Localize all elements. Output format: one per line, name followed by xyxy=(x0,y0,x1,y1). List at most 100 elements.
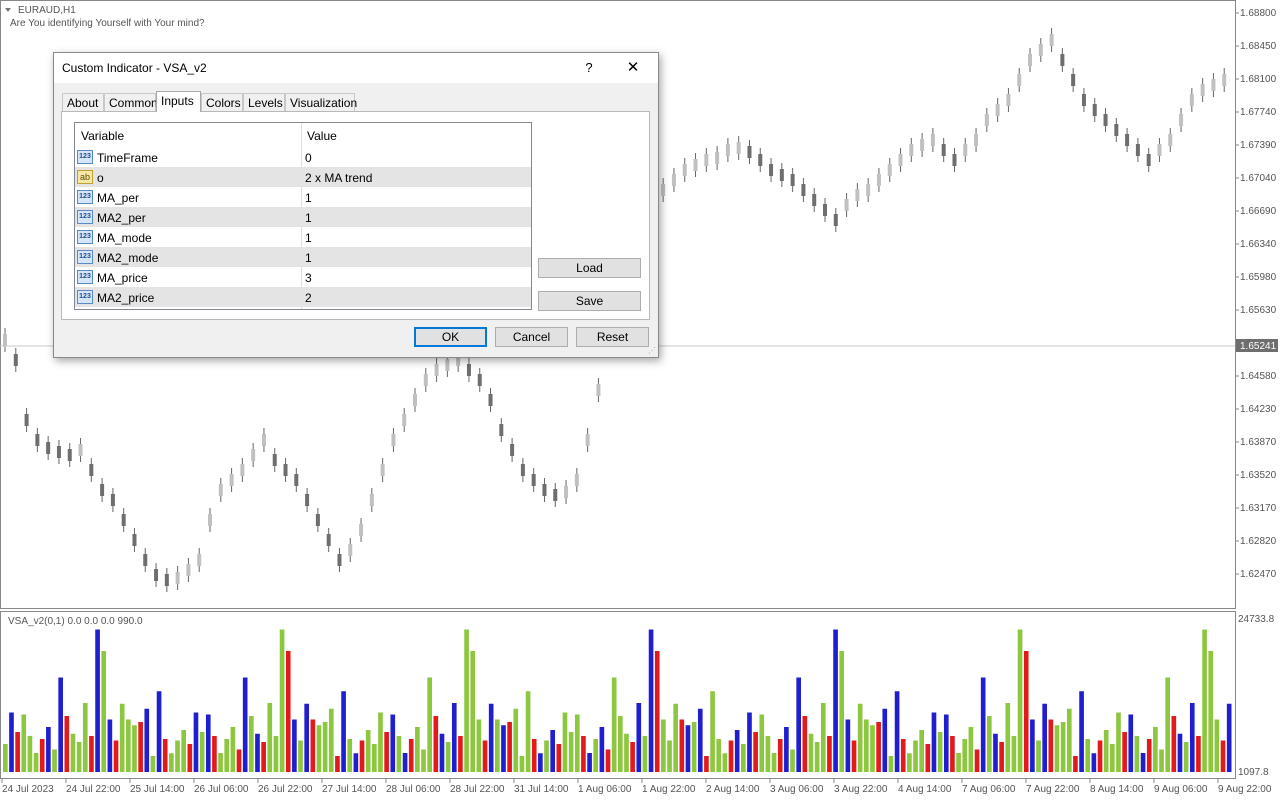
candle-body xyxy=(143,554,148,566)
volume-bar xyxy=(599,727,605,772)
chart-subtitle: Are You identifying Yourself with Your m… xyxy=(10,18,205,29)
volume-bar xyxy=(242,677,248,772)
price-tick-label: 1.68450 xyxy=(1240,41,1277,52)
candle-body xyxy=(24,414,29,426)
volume-bar xyxy=(1196,736,1201,772)
price-tick-label: 1.62820 xyxy=(1240,536,1277,547)
input-row[interactable]: 123 MA2_price 2 xyxy=(75,287,531,307)
volume-bar xyxy=(710,691,715,772)
volume-bar xyxy=(33,753,39,772)
time-tick-label: 24 Jul 2023 xyxy=(2,784,54,795)
volume-bar xyxy=(820,703,826,772)
volume-bar xyxy=(107,719,113,772)
candle-body xyxy=(272,454,277,466)
volume-bar xyxy=(667,740,672,772)
candle-body xyxy=(67,449,72,461)
time-tick-label: 25 Jul 14:00 xyxy=(130,784,185,795)
volume-bar xyxy=(704,756,709,772)
input-row[interactable]: ab o 2 x MA trend xyxy=(75,167,531,187)
volume-bar xyxy=(845,719,851,772)
tab-inputs[interactable]: Inputs xyxy=(156,91,201,112)
tab-levels[interactable]: Levels xyxy=(243,93,285,111)
ok-button[interactable]: OK xyxy=(414,327,487,347)
volume-bar xyxy=(341,691,346,772)
load-button[interactable]: Load xyxy=(538,258,641,278)
volume-bar xyxy=(384,732,389,772)
candle-body xyxy=(423,374,428,386)
input-value[interactable]: 1 xyxy=(305,251,312,265)
volume-bar xyxy=(1208,651,1214,772)
volume-bar xyxy=(685,725,691,772)
help-button[interactable]: ? xyxy=(576,56,602,80)
input-row[interactable]: 123 MA_mode 1 xyxy=(75,227,531,247)
price-tick-label: 1.63870 xyxy=(1240,437,1277,448)
cancel-button[interactable]: Cancel xyxy=(495,327,568,347)
volume-bar xyxy=(574,714,580,772)
candle-body xyxy=(13,354,18,366)
input-value[interactable]: 1 xyxy=(305,231,312,245)
volume-bar xyxy=(734,730,740,772)
input-row[interactable]: 123 TimeFrame 0 xyxy=(75,147,531,167)
volume-bar xyxy=(581,736,586,772)
input-value[interactable]: 1 xyxy=(305,211,312,225)
tab-visualization[interactable]: Visualization xyxy=(285,93,357,111)
close-button[interactable]: ✕ xyxy=(620,56,646,80)
collapse-triangle-icon[interactable] xyxy=(5,8,11,12)
candle-body xyxy=(369,494,374,506)
candle-body xyxy=(1038,44,1043,56)
tab-common[interactable]: Common xyxy=(104,93,158,111)
volume-bar xyxy=(495,719,500,772)
tab-colors[interactable]: Colors xyxy=(201,93,243,111)
input-value[interactable]: 3 xyxy=(305,271,312,285)
candle-body xyxy=(315,514,320,526)
input-value[interactable]: 2 x MA trend xyxy=(305,171,372,185)
column-header-value[interactable]: Value xyxy=(307,129,337,143)
indicator-top-value: 24733.8 xyxy=(1238,614,1275,625)
volume-bar xyxy=(673,703,678,772)
volume-bar xyxy=(759,714,765,772)
volume-bar xyxy=(347,739,353,772)
volume-bar xyxy=(913,740,918,772)
time-tick-label: 24 Jul 22:00 xyxy=(66,784,121,795)
volume-bar xyxy=(132,725,137,772)
input-row[interactable]: 123 MA_per 1 xyxy=(75,187,531,207)
save-button[interactable]: Save xyxy=(538,291,641,311)
volume-bar xyxy=(605,749,611,772)
candle-body xyxy=(3,334,7,346)
resize-grip-icon[interactable]: ⋰ xyxy=(648,347,656,355)
time-tick-label: 31 Jul 14:00 xyxy=(514,784,569,795)
input-variable-name: MA2_price xyxy=(97,291,155,305)
candle-body xyxy=(110,494,115,506)
candle-body xyxy=(661,184,666,196)
dialog-title: Custom Indicator - VSA_v2 xyxy=(62,61,207,75)
volume-bar xyxy=(956,753,961,772)
candle-body xyxy=(682,164,687,176)
column-header-variable[interactable]: Variable xyxy=(81,129,124,143)
input-row[interactable]: 123 MA_price 3 xyxy=(75,267,531,287)
candle-body xyxy=(1135,144,1140,156)
time-tick-label: 4 Aug 14:00 xyxy=(898,784,952,795)
price-tick-label: 1.67040 xyxy=(1240,173,1277,184)
input-variable-name: MA_per xyxy=(97,191,140,205)
input-value[interactable]: 0 xyxy=(305,151,312,165)
input-value[interactable]: 1 xyxy=(305,191,312,205)
volume-bar xyxy=(1017,629,1023,772)
volume-bar xyxy=(864,719,869,772)
inputs-grid[interactable]: Variable Value 123 TimeFrame 0 ab o 2 x MA tr… xyxy=(74,122,532,310)
volume-bar xyxy=(1097,740,1103,772)
input-row[interactable]: 123 MA2_mode 1 xyxy=(75,247,531,267)
input-value[interactable]: 2 xyxy=(305,291,312,305)
candle-body xyxy=(488,394,493,406)
volume-bar xyxy=(870,725,875,772)
candle-body xyxy=(974,134,979,146)
volume-bar xyxy=(987,716,992,772)
volume-bar xyxy=(937,732,943,772)
candle-body xyxy=(995,104,1000,116)
reset-button[interactable]: Reset xyxy=(576,327,649,347)
time-tick-label: 9 Aug 06:00 xyxy=(1154,784,1208,795)
dialog-titlebar[interactable]: Custom Indicator - VSA_v2 ? ✕ xyxy=(54,53,658,83)
volume-bar xyxy=(46,727,51,772)
candle-body xyxy=(790,174,795,186)
tab-about[interactable]: About xyxy=(62,93,104,111)
input-row[interactable]: 123 MA2_per 1 xyxy=(75,207,531,227)
